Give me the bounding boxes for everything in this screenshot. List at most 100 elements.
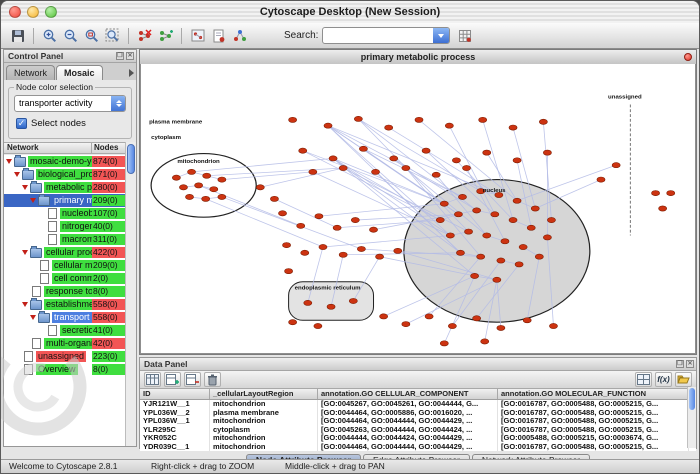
expand-triangle-icon[interactable] (30, 315, 36, 320)
network-node[interactable] (299, 148, 307, 153)
table-cell[interactable]: mitochondrion (210, 400, 318, 409)
network-node[interactable] (402, 165, 410, 170)
network-node[interactable] (376, 254, 384, 259)
table-column-header[interactable]: annotation.GO CELLULAR_COMPONENT (318, 389, 498, 399)
table-cell[interactable]: YJR121W__1 (140, 400, 210, 409)
network-node[interactable] (452, 158, 460, 163)
zoom-in-button[interactable] (39, 25, 60, 46)
network-node[interactable] (304, 300, 312, 305)
tree-column-network[interactable]: Network (4, 143, 91, 153)
save-button[interactable] (7, 25, 28, 46)
network-node[interactable] (415, 117, 423, 122)
destroy-network-view-button[interactable] (134, 25, 155, 46)
network-node[interactable] (454, 212, 462, 217)
network-node[interactable] (547, 217, 555, 222)
table-cell[interactable]: [GO:0005488, GO:0005215, GO:0003674, G..… (498, 434, 689, 443)
network-node[interactable] (667, 190, 675, 195)
expand-triangle-icon[interactable] (14, 172, 20, 177)
tree-scrollbar-thumb[interactable] (127, 144, 135, 174)
network-node[interactable] (327, 304, 335, 309)
network-node[interactable] (278, 211, 286, 216)
network-node[interactable] (497, 325, 505, 330)
create-attribute-button[interactable] (164, 372, 181, 387)
network-node[interactable] (319, 244, 327, 249)
expand-triangle-icon[interactable] (22, 250, 28, 255)
network-node[interactable] (357, 246, 365, 251)
network-canvas[interactable]: plasma membranecytoplasmmitochondrionnuc… (141, 64, 695, 353)
network-node[interactable] (597, 177, 605, 182)
close-panel-icon[interactable]: ✕ (686, 360, 694, 368)
table-scrollbar-thumb[interactable] (689, 388, 695, 410)
expand-triangle-icon[interactable] (6, 159, 12, 164)
tree-row[interactable]: metabolic process280(0) (4, 181, 125, 194)
table-scrollbar[interactable] (687, 387, 696, 448)
network-node[interactable] (535, 254, 543, 259)
network-node[interactable] (301, 250, 309, 255)
tree-row[interactable]: primary metab...209(0) (4, 194, 125, 207)
network-node[interactable] (501, 239, 509, 244)
view-close-icon[interactable] (684, 53, 692, 61)
network-node[interactable] (473, 208, 481, 213)
table-cell[interactable]: [GO:0016787, GO:0005488, GO:0005215, G..… (498, 409, 689, 418)
table-column-header[interactable]: ID (140, 389, 210, 399)
tree-row[interactable]: nitrogen compo...40(0) (4, 220, 125, 233)
network-node[interactable] (659, 206, 667, 211)
network-node[interactable] (445, 123, 453, 128)
tree-row[interactable]: transport558(0) (4, 311, 125, 324)
tree-row[interactable]: cellular metabo...209(0) (4, 259, 125, 272)
network-node[interactable] (440, 201, 448, 206)
network-overview-button[interactable] (187, 25, 208, 46)
network-node[interactable] (289, 117, 297, 122)
close-panel-icon[interactable]: ✕ (126, 52, 134, 60)
table-row[interactable]: YJR121W__1mitochondrion[GO:0045267, GO:0… (140, 400, 696, 409)
tree-row[interactable]: nucleobase...107(0) (4, 207, 125, 220)
network-node[interactable] (195, 183, 203, 188)
network-node[interactable] (390, 156, 398, 161)
tree-row[interactable]: response to stimu...8(0) (4, 285, 125, 298)
network-node[interactable] (509, 125, 517, 130)
table-cell[interactable]: YKR052C (140, 434, 210, 443)
tree-row[interactable]: macromolecule...311(0) (4, 233, 125, 246)
network-node[interactable] (493, 277, 501, 282)
network-edge[interactable] (206, 199, 323, 247)
network-node[interactable] (172, 175, 180, 180)
network-node[interactable] (481, 339, 489, 344)
table-cell[interactable]: [GO:0044444, GO:0044424, GO:0044429, ... (318, 434, 498, 443)
table-cell[interactable]: [GO:0044464, GO:0044444, GO:0044429, ... (318, 417, 498, 426)
network-node[interactable] (289, 320, 297, 325)
network-node[interactable] (329, 156, 337, 161)
tab-network[interactable]: Network (6, 65, 55, 80)
table-cell[interactable]: [GO:0016787, GO:0005488, GO:0005215, G..… (498, 426, 689, 435)
network-edge[interactable] (222, 197, 362, 249)
table-row[interactable]: YKR052Cmitochondrion[GO:0044444, GO:0044… (140, 434, 696, 443)
network-node[interactable] (652, 190, 660, 195)
network-edge[interactable] (260, 168, 343, 187)
network-node[interactable] (256, 185, 264, 190)
network-node[interactable] (513, 198, 521, 203)
network-edge[interactable] (333, 158, 444, 203)
network-node[interactable] (483, 233, 491, 238)
table-cell[interactable]: plasma membrane (210, 409, 318, 418)
network-node[interactable] (477, 254, 485, 259)
network-node[interactable] (432, 172, 440, 177)
network-node[interactable] (473, 316, 481, 321)
network-node[interactable] (402, 321, 410, 326)
network-node[interactable] (483, 150, 491, 155)
network-node[interactable] (497, 258, 505, 263)
network-node[interactable] (315, 214, 323, 219)
table-cell[interactable]: mitochondrion (210, 434, 318, 443)
table-row[interactable]: YPL036W__1mitochondrion[GO:0044464, GO:0… (140, 417, 696, 426)
network-node[interactable] (179, 185, 187, 190)
network-node[interactable] (369, 227, 377, 232)
network-node[interactable] (202, 196, 210, 201)
network-node[interactable] (471, 273, 479, 278)
network-node[interactable] (491, 212, 499, 217)
tree-row[interactable]: cell communicat...2(0) (4, 272, 125, 285)
network-node[interactable] (446, 233, 454, 238)
zoom-selected-button[interactable] (81, 25, 102, 46)
window-titlebar[interactable]: Cytoscape Desktop (New Session) (1, 1, 699, 24)
table-cell[interactable]: [GO:0016787, GO:0005488, GO:0005215, G..… (498, 417, 689, 426)
network-node[interactable] (297, 223, 305, 228)
network-node[interactable] (324, 123, 332, 128)
network-node[interactable] (314, 323, 322, 328)
